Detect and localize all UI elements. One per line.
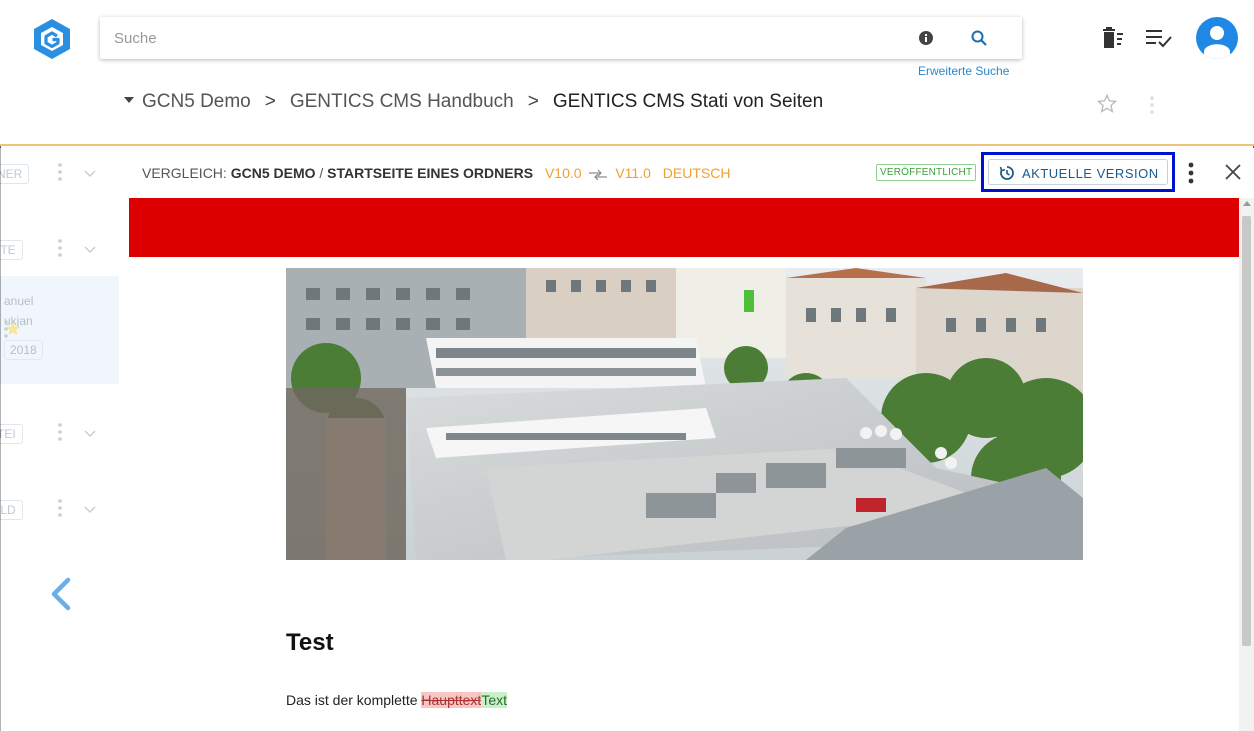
compare-slash: / [315,165,328,181]
more-options-icon[interactable] [58,499,62,517]
scrollbar-thumb[interactable] [1242,216,1251,646]
history-icon [999,165,1015,181]
star-icon[interactable] [1096,93,1118,115]
compare-title: VERGLEICH: GCN5 DEMO / STARTSEITE EINES … [142,165,730,181]
diff-deleted-text: Haupttext [421,692,482,708]
more-options-icon[interactable] [1188,162,1194,184]
advanced-search-link[interactable]: Erweiterte Suche [918,64,1009,78]
version-from: V10.0 [544,165,582,181]
page-preview: Test Das ist der komplette HaupttextText [129,198,1239,731]
item-text: anuel [4,294,34,308]
diff-inserted-text: Text [481,692,508,708]
close-icon[interactable] [1225,164,1241,180]
page-body-text: Das ist der komplette HaupttextText [286,692,508,708]
gentics-logo[interactable] [30,17,74,61]
more-options-icon[interactable] [1150,96,1154,114]
breadcrumb-item-node[interactable]: GCN5 Demo [142,91,251,112]
more-options-icon[interactable] [58,423,62,441]
chevron-down-icon[interactable] [84,243,96,254]
version-to: V11.0 [615,165,651,181]
status-badge: VERÖFFENTLICHT [876,164,977,181]
section-header[interactable]: NER [0,154,119,194]
breadcrumb-item-current[interactable]: GENTICS CMS Stati von Seiten [553,91,823,112]
list-item[interactable]: anuel ukjan 2018 [0,276,119,384]
search-box [100,17,1022,59]
section-header[interactable]: ILD [0,490,119,530]
search-icon[interactable] [970,29,988,47]
section-header[interactable]: ITE [0,230,119,270]
more-options-icon[interactable] [4,320,8,338]
caret-down-icon[interactable] [124,96,134,103]
chevron-down-icon[interactable] [84,427,96,438]
compare-node: GCN5 DEMO [230,165,316,181]
section-label: ITE [0,240,23,260]
chevron-down-icon[interactable] [84,167,96,178]
compare-prefix: VERGLEICH: [142,165,231,181]
current-version-button[interactable]: AKTUELLE VERSION [988,159,1168,185]
section-label: NER [0,164,30,184]
chevron-down-icon[interactable] [84,503,96,514]
page-header-band [129,198,1239,257]
body-unchanged-text: Das ist der komplette [286,692,422,708]
user-avatar[interactable] [1196,17,1238,59]
compare-arrows-icon [587,168,609,181]
chevron-left-icon[interactable] [48,576,74,612]
app-header: Erweiterte Suche GCN5 Demo > GENTICS CMS H… [0,0,1254,146]
page-title: Test [286,629,334,656]
breadcrumb-separator: > [264,91,276,112]
breadcrumb: GCN5 Demo > GENTICS CMS Handbuch > GENTICS C… [124,91,823,113]
compare-page: STARTSEITE EINES ORDNERS [327,165,534,181]
breadcrumb-separator: > [527,91,539,112]
info-icon[interactable] [918,30,934,46]
compare-toolbar: VERGLEICH: GCN5 DEMO / STARTSEITE EINES … [119,148,1254,198]
current-version-highlight: AKTUELLE VERSION [981,152,1175,192]
section-label: TEI [0,424,23,444]
breadcrumb-item-folder[interactable]: GENTICS CMS Handbuch [290,91,514,112]
section-label: ILD [0,500,23,520]
language-label: DEUTSCH [662,165,731,181]
search-input[interactable] [114,17,894,59]
preview-scrollbar[interactable] [1239,198,1254,731]
section-header[interactable]: TEI [0,414,119,454]
current-version-label: AKTUELLE VERSION [1022,166,1159,181]
scroll-up-icon[interactable] [1243,201,1251,206]
hero-image [286,268,1083,560]
trash-icon[interactable] [1100,27,1124,49]
list-check-icon[interactable] [1146,28,1172,48]
more-options-icon[interactable] [58,239,62,257]
folder-list-panel: NER ITE anuel ukjan 2018 TEI ILD [0,148,119,731]
item-date: 2018 [4,340,43,360]
more-options-icon[interactable] [58,163,62,181]
